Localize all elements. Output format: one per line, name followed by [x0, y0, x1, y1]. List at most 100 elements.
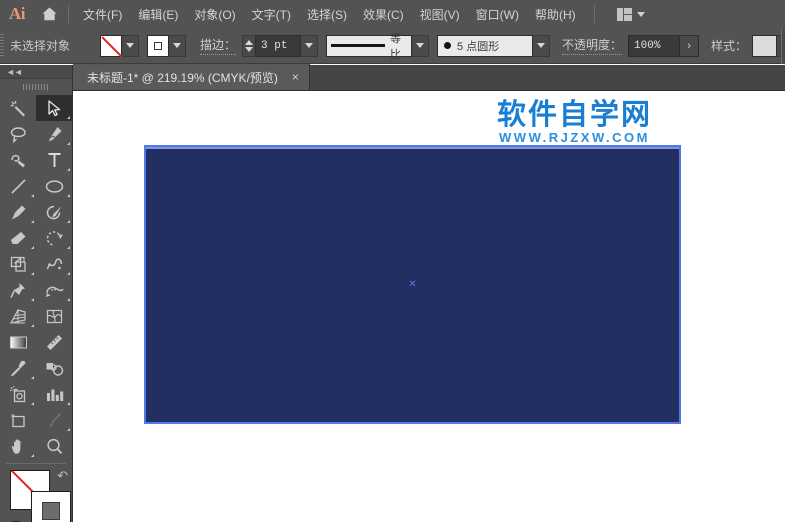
stroke-inner-square [42, 502, 60, 520]
canvas-area[interactable]: 软件自学网 WWW.RJZXW.COM ✕ [73, 91, 785, 522]
magic-wand-tool[interactable] [0, 95, 36, 121]
pen-tool[interactable] [36, 121, 72, 147]
stroke-weight-control[interactable]: 3 pt [242, 34, 319, 57]
tool-flyout-indicator [31, 324, 34, 327]
menu-item-help[interactable]: 帮助(H) [527, 0, 584, 28]
brush-dropdown-button[interactable] [533, 34, 551, 57]
curvature-tool[interactable] [0, 147, 36, 173]
scale-tool[interactable] [0, 251, 36, 277]
width-tool[interactable] [36, 251, 72, 277]
hand-icon [11, 438, 20, 454]
menu-item-file[interactable]: 文件(F) [75, 0, 130, 28]
opacity-control[interactable]: 100% › [628, 34, 700, 57]
width-profile-preview[interactable]: 等比 [326, 33, 413, 61]
double-chevron-left-icon[interactable]: ◄◄ [6, 67, 23, 77]
perspective-grid-icon [9, 308, 26, 324]
stroke-weight-label[interactable]: 描边： [200, 36, 237, 55]
tool-flyout-indicator [67, 402, 70, 405]
stroke-weight-dropdown-button[interactable] [301, 34, 319, 57]
zoom-tool[interactable] [36, 433, 72, 459]
tool-flyout-indicator [31, 402, 34, 405]
width-profile-dropdown-button[interactable] [412, 34, 430, 57]
control-bar-overflow[interactable] [781, 28, 785, 64]
tool-flyout-indicator [31, 194, 34, 197]
shape-builder-tool[interactable] [36, 277, 72, 303]
mesh-tool[interactable] [36, 303, 72, 329]
symbol-sprayer-tool[interactable] [0, 381, 36, 407]
eraser-tool[interactable] [0, 225, 36, 251]
menu-item-view[interactable]: 视图(V) [412, 0, 468, 28]
eyedropper-icon [10, 360, 25, 376]
lasso-tool[interactable] [0, 121, 36, 147]
tools-panel-header[interactable]: ◄◄ [0, 65, 72, 79]
blend-tool[interactable] [36, 355, 72, 381]
graphic-style-swatch[interactable] [752, 34, 778, 57]
tool-flyout-indicator [67, 428, 70, 431]
fill-swatch[interactable] [100, 34, 123, 57]
slice-tool[interactable] [36, 407, 72, 433]
hand-tool[interactable] [0, 433, 36, 459]
menu-item-object[interactable]: 对象(O) [186, 0, 243, 28]
stroke-weight-stepper[interactable] [242, 34, 256, 57]
brush-dot-icon [444, 42, 452, 49]
chevron-down-icon [537, 43, 546, 48]
artboard-rectangle[interactable]: ✕ [144, 145, 681, 424]
stroke-weight-input[interactable]: 3 pt [255, 34, 302, 57]
stroke-color[interactable] [31, 491, 71, 522]
paintbrush-tool[interactable] [0, 199, 36, 225]
column-graph-tool[interactable] [36, 381, 72, 407]
gradient-tool[interactable] [0, 329, 36, 355]
opacity-options-button[interactable]: › [680, 34, 700, 57]
brush-definition-control[interactable]: 5 点圆形 [437, 34, 551, 57]
eyedropper-tool[interactable] [0, 355, 36, 381]
menu-item-select[interactable]: 选择(S) [299, 0, 355, 28]
shaper-tool[interactable] [36, 199, 72, 225]
pen-nib-icon [48, 126, 61, 141]
arrow-cursor-icon [47, 99, 60, 116]
free-transform-tool[interactable] [0, 277, 36, 303]
brush-preview[interactable]: 5 点圆形 [437, 34, 534, 57]
menu-divider [68, 5, 69, 23]
stroke-swatch[interactable] [147, 34, 170, 57]
line-segment-tool[interactable] [0, 173, 36, 199]
swap-fill-stroke-icon[interactable]: ↶ [57, 468, 68, 484]
fill-stroke-controls: ↶ [0, 468, 72, 522]
home-icon[interactable] [34, 0, 64, 28]
width-profile-control[interactable]: 等比 [326, 33, 430, 61]
control-bar-grip[interactable] [0, 28, 4, 64]
menu-item-window[interactable]: 窗口(W) [468, 0, 527, 28]
curvature-icon [10, 154, 25, 167]
tools-panel: ◄◄ ↶ [0, 65, 73, 522]
document-tab[interactable]: 未标题-1* @ 219.19% (CMYK/预览) × [73, 64, 310, 90]
menu-item-edit[interactable]: 编辑(E) [130, 0, 186, 28]
type-tool[interactable] [36, 147, 72, 173]
fill-dropdown-button[interactable] [122, 34, 140, 57]
measure-tool[interactable] [36, 329, 72, 355]
selection-tool[interactable] [36, 95, 72, 121]
tools-panel-grip[interactable] [0, 79, 72, 95]
pushpin-icon [9, 282, 25, 298]
artboard-tool[interactable] [0, 407, 36, 433]
fill-control[interactable] [100, 34, 140, 57]
tool-flyout-indicator [67, 272, 70, 275]
shape-builder-icon [45, 286, 64, 297]
tool-flyout-indicator [67, 116, 70, 119]
workspace-switcher[interactable] [609, 0, 653, 28]
stroke-dropdown-button[interactable] [169, 34, 187, 57]
opacity-input[interactable]: 100% [628, 34, 681, 57]
menu-item-type[interactable]: 文字(T) [244, 0, 299, 28]
ellipse-tool[interactable] [36, 173, 72, 199]
watermark: 软件自学网 WWW.RJZXW.COM [497, 99, 652, 146]
menu-item-effect[interactable]: 效果(C) [355, 0, 412, 28]
type-T-icon [48, 152, 60, 167]
opacity-label[interactable]: 不透明度： [562, 36, 623, 55]
perspective-grid-tool[interactable] [0, 303, 36, 329]
rotate-tool[interactable] [36, 225, 72, 251]
stroke-color-control[interactable] [147, 34, 187, 57]
ellipse-icon [45, 179, 63, 193]
stepper-down-icon [245, 46, 254, 52]
shaper-pencil-icon [46, 205, 61, 219]
close-icon[interactable]: × [292, 71, 299, 83]
app-logo: Ai [9, 4, 26, 23]
mesh-icon [46, 309, 62, 323]
